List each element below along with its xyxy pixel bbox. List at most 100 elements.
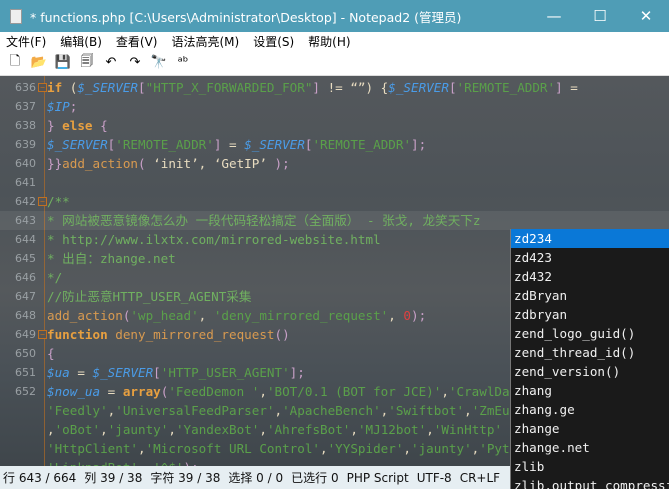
autocomplete-item[interactable]: zhang.ge [511, 400, 669, 419]
menu-item[interactable]: 语法高亮(M) [171, 33, 239, 50]
code-token: $ua [47, 365, 70, 380]
code-token: ; [69, 99, 78, 114]
menu-item[interactable]: 查看(V) [116, 33, 158, 50]
title-bar: * functions.php [C:\Users\Administrator\… [0, 0, 669, 32]
code-token: 'Feedly' [47, 403, 108, 418]
autocomplete-item[interactable]: zend_logo_guid() [511, 324, 669, 343]
autocomplete-item[interactable]: zdbryan [511, 305, 669, 324]
minimize-button[interactable]: — [531, 7, 577, 25]
code-token: function [47, 327, 108, 342]
autocomplete-list[interactable]: zd234 zd423 zd432 zdBryan zdbryan zend_logo_g… [510, 229, 669, 489]
menu-item[interactable]: 文件(F) [6, 33, 46, 50]
code-token: [ [138, 80, 146, 95]
fold-toggle-icon[interactable]: − [38, 330, 47, 339]
status-field[interactable]: PHP Script [347, 471, 409, 485]
code-token: deny_mirrored_request [107, 327, 275, 342]
code-token: if [47, 80, 63, 95]
status-field: 字符 39 / 38 [150, 471, 221, 485]
autocomplete-item[interactable]: zd423 [511, 248, 669, 267]
code-token: 'WinHttp' [433, 422, 503, 437]
autocomplete-item[interactable]: zlib.output_compression [511, 476, 669, 489]
fold-toggle-icon[interactable]: − [38, 83, 47, 92]
line-number: 651 [15, 366, 36, 379]
code-token: , [319, 441, 328, 456]
save-as-button[interactable]: 🗐 [78, 54, 96, 72]
code-token: ] [555, 80, 563, 95]
code-text: */ [47, 268, 62, 287]
close-button[interactable]: ✕ [623, 7, 669, 25]
code-token: 'jaunty' [411, 441, 472, 456]
code-token: ] [312, 80, 321, 95]
code-text: $IP; [47, 97, 77, 116]
menu-item[interactable]: 帮助(H) [308, 33, 350, 50]
code-token: add_action [62, 156, 138, 171]
code-token: , [441, 384, 449, 399]
find-button[interactable]: 🔭 [150, 54, 168, 72]
open-folder-button[interactable]: 📂 [30, 54, 48, 72]
maximize-button[interactable]: ☐ [577, 7, 623, 25]
code-token: $now_ua [47, 384, 101, 399]
save-button[interactable]: 💾 [54, 54, 72, 72]
fold-toggle-icon[interactable]: − [38, 197, 47, 206]
code-token: , [198, 308, 214, 323]
code-token: array [122, 384, 161, 399]
code-token: //防止恶意HTTP_USER_AGENT采集 [47, 289, 252, 304]
new-file-button[interactable]: 🗋 [6, 54, 24, 72]
code-token: [ [448, 80, 457, 95]
line-number: 646 [15, 271, 36, 284]
open-folder-icon: 📂 [30, 55, 48, 70]
status-bar: 行 643 / 664 列 39 / 38 字符 39 / 38 选择 0 / 0 已选… [0, 466, 510, 489]
status-field[interactable]: UTF-8 [417, 471, 452, 485]
code-text: * 网站被恶意镜像怎么办 一段代码轻松搞定（全面版） - 张戈, 龙笑天下z [47, 211, 480, 230]
status-field[interactable]: CR+LF [460, 471, 500, 485]
autocomplete-item[interactable]: zdBryan [511, 286, 669, 305]
code-token: ); [411, 308, 427, 323]
code-token: 'jaunty' [107, 422, 169, 437]
autocomplete-item[interactable]: zlib [511, 457, 669, 476]
code-token: , [426, 422, 434, 437]
code-token: ); [274, 156, 290, 171]
redo-icon: ↷ [129, 55, 141, 70]
code-token: [ [153, 365, 161, 380]
undo-button[interactable]: ↶ [102, 54, 120, 72]
code-token: , [168, 422, 176, 437]
code-text: $_SERVER['REMOTE_ADDR'] = $_SERVER['REMO… [47, 135, 426, 154]
line-number: 644 [15, 233, 36, 246]
autocomplete-item[interactable]: zend_thread_id() [511, 343, 669, 362]
code-token: 'ApacheBench' [282, 403, 381, 418]
code-token: , [274, 403, 283, 418]
code-token: $_SERVER [92, 365, 154, 380]
code-token: , [259, 422, 267, 437]
code-token: , [350, 422, 358, 437]
code-token: */ [47, 270, 63, 285]
line-number: 650 [15, 347, 36, 360]
autocomplete-item[interactable]: zhange.net [511, 438, 669, 457]
code-token: $_SERVER [244, 137, 305, 152]
code-token: ( [62, 80, 78, 95]
code-token: else [62, 118, 93, 133]
code-line: 636− if ($_SERVER["HTTP_X_FORWARDED_FOR"]… [0, 78, 669, 97]
menu-item[interactable]: 编辑(B) [60, 33, 102, 50]
redo-button[interactable]: ↷ [126, 54, 144, 72]
replace-button[interactable]: ᵃᵇ [174, 54, 192, 72]
code-token: ‘init’, ‘GetIP’ [145, 156, 275, 171]
line-number: 640 [15, 157, 36, 170]
code-token: * 网站被恶意镜像怎么办 一段代码轻松搞定（全面版） - 张戈, 龙笑天下z [47, 213, 481, 228]
autocomplete-item[interactable]: zhange [511, 419, 669, 438]
code-line: 643 * 网站被恶意镜像怎么办 一段代码轻松搞定（全面版） - 张戈, 龙笑天下… [0, 211, 669, 230]
undo-icon: ↶ [105, 55, 117, 70]
code-line: 637 $IP; [0, 97, 669, 116]
menu-item[interactable]: 设置(S) [253, 33, 294, 50]
replace-icon: ᵃᵇ [177, 55, 189, 70]
autocomplete-item[interactable]: zend_version() [511, 362, 669, 381]
autocomplete-item[interactable]: zd432 [511, 267, 669, 286]
code-token: { [92, 118, 108, 133]
code-token: != “”) { [320, 80, 389, 95]
find-icon: 🔭 [150, 55, 168, 70]
autocomplete-item[interactable]: zd234 [511, 229, 669, 248]
code-token: /** [47, 194, 70, 209]
autocomplete-item[interactable]: zhang [511, 381, 669, 400]
line-number: 638 [15, 119, 36, 132]
save-icon: 💾 [54, 55, 72, 70]
save-as-icon: 🗐 [80, 53, 94, 69]
